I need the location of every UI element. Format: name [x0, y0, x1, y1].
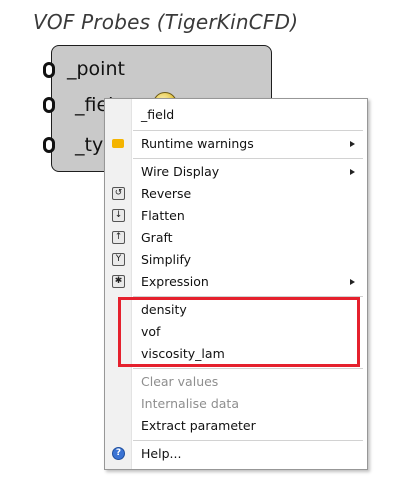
- input-grip-type[interactable]: [43, 137, 55, 153]
- menu-separator: [133, 368, 363, 369]
- input-grip-point[interactable]: [43, 62, 55, 78]
- flatten-icon: ↓: [112, 209, 125, 222]
- menu-item-runtime-warnings[interactable]: Runtime warnings: [105, 133, 367, 155]
- menu-item-simplify[interactable]: Y Simplify: [105, 249, 367, 271]
- menu-item-graft[interactable]: ↑ Graft: [105, 227, 367, 249]
- input-grip-field[interactable]: [43, 97, 55, 113]
- menu-item-extract-parameter[interactable]: Extract parameter: [105, 415, 367, 437]
- help-icon: ?: [112, 447, 125, 460]
- menu-item-expression[interactable]: ✱ Expression: [105, 271, 367, 293]
- submenu-arrow-icon: [350, 169, 355, 175]
- param-type[interactable]: _ty: [75, 134, 103, 156]
- menu-item-reverse[interactable]: ↺ Reverse: [105, 183, 367, 205]
- menu-separator: [133, 130, 363, 131]
- expression-icon: ✱: [112, 275, 125, 288]
- menu-item-internalise-data: Internalise data: [141, 396, 239, 411]
- highlight-box: [118, 297, 360, 367]
- submenu-arrow-icon: [350, 141, 355, 147]
- menu-item-flatten[interactable]: ↓ Flatten: [105, 205, 367, 227]
- param-point[interactable]: _point: [67, 58, 125, 80]
- component-title: VOF Probes (TigerKinCFD): [33, 10, 299, 34]
- submenu-arrow-icon: [350, 279, 355, 285]
- simplify-icon: Y: [112, 253, 125, 266]
- menu-item-help[interactable]: ? Help...: [105, 443, 367, 465]
- context-menu: _field Runtime warnings Wire Display ↺ R…: [104, 98, 368, 470]
- menu-separator: [133, 158, 363, 159]
- warning-icon: [112, 139, 124, 148]
- menu-header: _field: [141, 107, 175, 122]
- menu-item-wire-display[interactable]: Wire Display: [105, 161, 367, 183]
- graft-icon: ↑: [112, 231, 125, 244]
- menu-separator: [133, 440, 363, 441]
- menu-item-clear-values: Clear values: [141, 374, 219, 389]
- reverse-icon: ↺: [112, 187, 125, 200]
